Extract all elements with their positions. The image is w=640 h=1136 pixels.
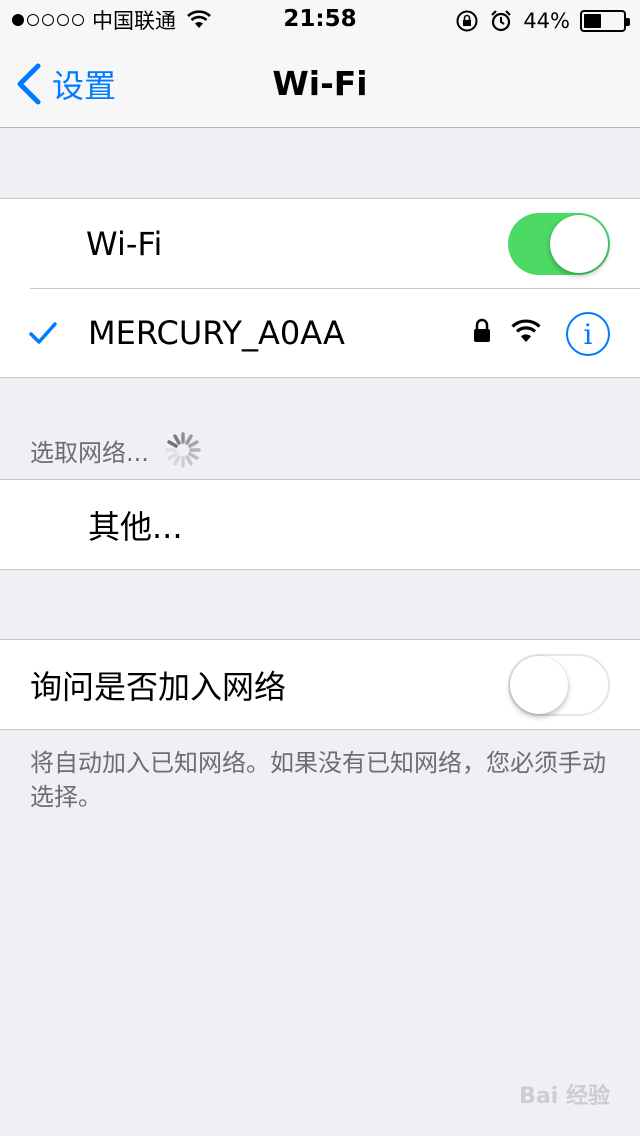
battery-icon bbox=[580, 10, 630, 32]
choose-network-header: 选取网络... bbox=[30, 432, 203, 468]
checkmark-icon bbox=[29, 322, 57, 344]
ask-join-toggle[interactable] bbox=[508, 654, 610, 716]
ask-join-row: 询问是否加入网络 bbox=[0, 640, 640, 729]
battery-fill bbox=[584, 14, 601, 28]
rotation-lock-icon bbox=[456, 10, 478, 32]
battery-percent: 44% bbox=[523, 9, 570, 33]
wifi-group: Wi-Fi MERCURY_A0AA i bbox=[0, 198, 640, 378]
wifi-signal-icon bbox=[511, 319, 541, 342]
ask-join-group: 询问是否加入网络 bbox=[0, 639, 640, 730]
choose-network-label: 选取网络... bbox=[30, 438, 149, 467]
info-icon[interactable]: i bbox=[566, 312, 610, 356]
wifi-toggle[interactable] bbox=[508, 213, 610, 275]
ask-join-label: 询问是否加入网络 bbox=[30, 667, 287, 706]
status-bar: 中国联通 21:58 44% bbox=[0, 0, 640, 40]
navigation-bar: 设置 Wi-Fi bbox=[0, 40, 640, 128]
connected-network-name: MERCURY_A0AA bbox=[88, 313, 345, 352]
connected-network-row[interactable]: MERCURY_A0AA i bbox=[0, 288, 640, 377]
loading-spinner-icon bbox=[165, 432, 201, 468]
alarm-icon bbox=[491, 10, 512, 32]
other-network-row[interactable]: 其他... bbox=[0, 480, 640, 569]
status-right: 44% bbox=[455, 7, 630, 35]
page-title: Wi-Fi bbox=[272, 64, 368, 103]
other-network-group: 其他... bbox=[0, 479, 640, 570]
ask-join-footer: 将自动加入已知网络。如果没有已知网络，您必须手动选择。 bbox=[30, 749, 606, 811]
wifi-toggle-label: Wi-Fi bbox=[86, 224, 163, 263]
wifi-toggle-row: Wi-Fi bbox=[0, 199, 640, 288]
other-network-label: 其他... bbox=[88, 507, 183, 546]
lock-icon bbox=[474, 318, 490, 342]
watermark: Bai 经验 bbox=[519, 1084, 610, 1109]
